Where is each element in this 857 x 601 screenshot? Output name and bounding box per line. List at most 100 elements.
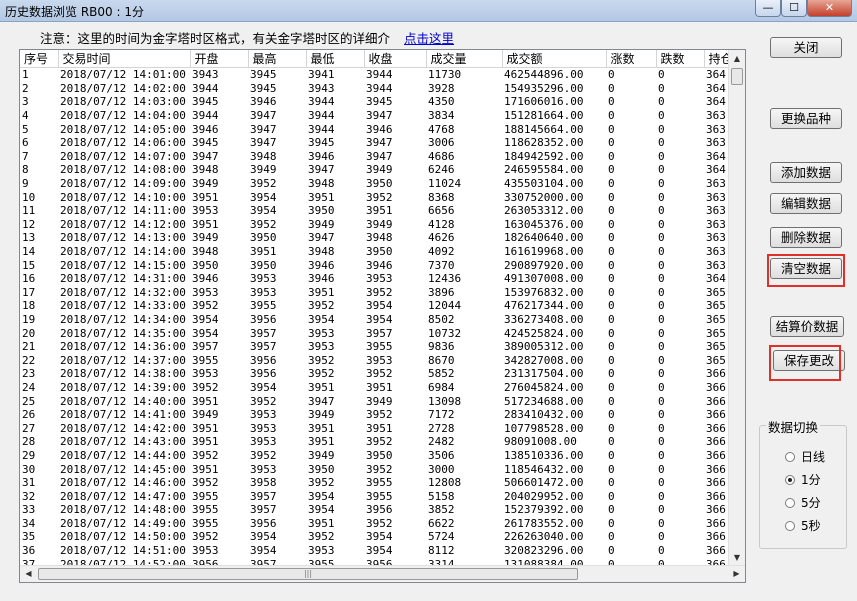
table-row[interactable]: 19 2018/07/12 14:34:00 3954 3956 3954 3954 850… bbox=[20, 313, 733, 327]
table-row[interactable]: 21 2018/07/12 14:36:00 3957 3957 3953 3955 983… bbox=[20, 340, 733, 354]
table-row[interactable]: 20 2018/07/12 14:35:00 3954 3957 3953 3957 107… bbox=[20, 326, 733, 340]
column-header[interactable]: 成交量 bbox=[426, 50, 503, 68]
vertical-scrollbar[interactable]: ▲ ▼ bbox=[728, 50, 745, 566]
settlement-data-button[interactable]: 结算价数据 bbox=[770, 316, 844, 337]
table-cell: 25 bbox=[22, 394, 36, 408]
data-table: 序号 交易时间 开盘 最高 最低 收盘 成交量 成交额 涨数 跌数 持仓 1 2018/07/12 1… bbox=[20, 50, 734, 582]
scroll-left-icon[interactable]: ◀ bbox=[20, 566, 37, 582]
table-row[interactable]: 30 2018/07/12 14:45:00 3951 3953 3950 3952 300… bbox=[20, 462, 733, 476]
table-cell: 3957 bbox=[192, 340, 219, 354]
column-header[interactable]: 涨数 bbox=[606, 50, 657, 68]
table-row[interactable]: 27 2018/07/12 14:42:00 3951 3953 3951 3951 272… bbox=[20, 421, 733, 435]
radio-5min[interactable]: 5分 bbox=[785, 494, 821, 511]
table-row[interactable]: 33 2018/07/12 14:48:00 3955 3957 3954 3956 385… bbox=[20, 503, 733, 517]
table-cell: 2018/07/12 14:43:00 bbox=[60, 435, 186, 449]
maximize-icon: ☐ bbox=[789, 1, 799, 14]
table-row[interactable]: 34 2018/07/12 14:49:00 3955 3956 3951 3952 662… bbox=[20, 517, 733, 531]
edit-data-button[interactable]: 编辑数据 bbox=[770, 193, 842, 214]
table-row[interactable]: 3 2018/07/12 14:03:00 3945 3946 3944 3945 4350… bbox=[20, 95, 733, 109]
window-close-button[interactable]: ✕ bbox=[807, 0, 852, 17]
table-cell: 3950 bbox=[250, 231, 277, 245]
add-data-button[interactable]: 添加数据 bbox=[770, 162, 842, 183]
minimize-button[interactable]: — bbox=[755, 0, 781, 17]
table-row[interactable]: 13 2018/07/12 14:13:00 3949 3950 3947 3948 462… bbox=[20, 231, 733, 245]
notice-link[interactable]: 点击这里 bbox=[404, 31, 454, 46]
data-table-panel[interactable]: 序号 交易时间 开盘 最高 最低 收盘 成交量 成交额 涨数 跌数 持仓 1 2018/07/12 1… bbox=[19, 49, 746, 583]
table-row[interactable]: 6 2018/07/12 14:06:00 3945 3947 3945 3947 3006… bbox=[20, 136, 733, 150]
table-cell: 3954 bbox=[366, 530, 393, 544]
column-header[interactable]: 跌数 bbox=[656, 50, 705, 68]
table-cell: 0 bbox=[608, 435, 615, 449]
table-cell: 3957 bbox=[250, 489, 277, 503]
table-cell: 0 bbox=[658, 272, 665, 286]
table-row[interactable]: 11 2018/07/12 14:11:00 3953 3954 3950 3951 665… bbox=[20, 204, 733, 218]
radio-1min[interactable]: 1分 bbox=[785, 471, 821, 488]
radio-daily[interactable]: 日线 bbox=[785, 448, 825, 465]
column-header[interactable]: 开盘 bbox=[190, 50, 249, 68]
table-row[interactable]: 1 2018/07/12 14:01:00 3943 3945 3941 3944 1173… bbox=[20, 68, 733, 82]
table-row[interactable]: 16 2018/07/12 14:31:00 3946 3953 3946 3953 124… bbox=[20, 272, 733, 286]
column-header[interactable]: 最高 bbox=[248, 50, 307, 68]
delete-data-button[interactable]: 删除数据 bbox=[770, 227, 842, 248]
scroll-down-icon[interactable]: ▼ bbox=[729, 549, 745, 566]
radio-5sec[interactable]: 5秒 bbox=[785, 517, 821, 534]
table-row[interactable]: 4 2018/07/12 14:04:00 3944 3947 3944 3947 3834… bbox=[20, 109, 733, 123]
table-cell: 0 bbox=[608, 367, 615, 381]
scroll-right-icon[interactable]: ▶ bbox=[728, 566, 745, 582]
table-cell: 2018/07/12 14:41:00 bbox=[60, 408, 186, 422]
table-row[interactable]: 12 2018/07/12 14:12:00 3951 3952 3949 3949 412… bbox=[20, 218, 733, 232]
table-cell: 2018/07/12 14:11:00 bbox=[60, 204, 186, 218]
table-cell: 3949 bbox=[192, 177, 219, 191]
table-cell: 3949 bbox=[366, 217, 393, 231]
maximize-button[interactable]: ☐ bbox=[781, 0, 807, 17]
table-cell: 0 bbox=[608, 136, 615, 150]
change-symbol-button[interactable]: 更换品种 bbox=[770, 108, 842, 129]
table-row[interactable]: 8 2018/07/12 14:08:00 3948 3949 3947 3949 6246… bbox=[20, 163, 733, 177]
table-row[interactable]: 18 2018/07/12 14:33:00 3952 3955 3952 3954 120… bbox=[20, 299, 733, 313]
table-row[interactable]: 25 2018/07/12 14:40:00 3951 3952 3947 3949 130… bbox=[20, 394, 733, 408]
table-row[interactable]: 10 2018/07/12 14:10:00 3951 3954 3951 3952 836… bbox=[20, 190, 733, 204]
column-header[interactable]: 序号 bbox=[20, 50, 59, 68]
close-button[interactable]: 关闭 bbox=[770, 37, 842, 58]
table-cell: 3956 bbox=[250, 312, 277, 326]
table-row[interactable]: 28 2018/07/12 14:43:00 3951 3953 3951 3952 248… bbox=[20, 435, 733, 449]
table-cell: 3957 bbox=[250, 503, 277, 517]
table-row[interactable]: 32 2018/07/12 14:47:00 3955 3957 3954 3955 515… bbox=[20, 489, 733, 503]
table-cell: 3947 bbox=[250, 136, 277, 150]
table-cell: 3953 bbox=[192, 367, 219, 381]
table-row[interactable]: 35 2018/07/12 14:50:00 3952 3954 3952 3954 572… bbox=[20, 530, 733, 544]
scroll-up-icon[interactable]: ▲ bbox=[729, 50, 745, 67]
column-header[interactable]: 交易时间 bbox=[58, 50, 191, 68]
table-row[interactable]: 2 2018/07/12 14:02:00 3944 3945 3943 3944 3928… bbox=[20, 82, 733, 96]
table-row[interactable]: 26 2018/07/12 14:41:00 3949 3953 3949 3952 717… bbox=[20, 408, 733, 422]
vertical-scroll-thumb[interactable] bbox=[731, 68, 743, 85]
horizontal-scroll-thumb[interactable]: ||| bbox=[38, 568, 578, 580]
table-cell: 2018/07/12 14:36:00 bbox=[60, 340, 186, 354]
table-row[interactable]: 15 2018/07/12 14:15:00 3950 3950 3946 3946 737… bbox=[20, 258, 733, 272]
table-row[interactable]: 24 2018/07/12 14:39:00 3952 3954 3951 3951 698… bbox=[20, 381, 733, 395]
table-cell: 4768 bbox=[428, 122, 455, 136]
table-cell: 4 bbox=[22, 109, 29, 123]
table-cell: 3951 bbox=[192, 190, 219, 204]
horizontal-scrollbar[interactable]: ◀ ||| ▶ bbox=[20, 565, 745, 582]
table-cell: 283410432.00 bbox=[504, 408, 584, 422]
table-row[interactable]: 5 2018/07/12 14:05:00 3946 3947 3944 3946 4768… bbox=[20, 122, 733, 136]
table-cell: 3947 bbox=[308, 163, 335, 177]
table-row[interactable]: 9 2018/07/12 14:09:00 3949 3952 3948 3950 1102… bbox=[20, 177, 733, 191]
table-row[interactable]: 7 2018/07/12 14:07:00 3947 3948 3946 3947 4686… bbox=[20, 150, 733, 164]
table-cell: 3951 bbox=[308, 190, 335, 204]
column-header[interactable]: 成交额 bbox=[502, 50, 607, 68]
table-row[interactable]: 31 2018/07/12 14:46:00 3952 3958 3952 3955 128… bbox=[20, 476, 733, 490]
table-cell: 0 bbox=[658, 421, 665, 435]
table-row[interactable]: 29 2018/07/12 14:44:00 3952 3952 3949 3950 350… bbox=[20, 449, 733, 463]
table-row[interactable]: 36 2018/07/12 14:51:00 3953 3954 3953 3954 811… bbox=[20, 544, 733, 558]
table-row[interactable]: 14 2018/07/12 14:14:00 3948 3951 3948 3950 409… bbox=[20, 245, 733, 259]
table-row[interactable]: 22 2018/07/12 14:37:00 3955 3956 3952 3953 867… bbox=[20, 353, 733, 367]
table-row[interactable]: 17 2018/07/12 14:32:00 3953 3953 3951 3952 389… bbox=[20, 286, 733, 300]
column-header[interactable]: 最低 bbox=[306, 50, 365, 68]
table-row[interactable]: 23 2018/07/12 14:38:00 3953 3956 3952 3952 585… bbox=[20, 367, 733, 381]
table-cell: 0 bbox=[658, 367, 665, 381]
table-cell: 0 bbox=[658, 285, 665, 299]
column-header[interactable]: 收盘 bbox=[364, 50, 427, 68]
table-cell: 7 bbox=[22, 149, 29, 163]
